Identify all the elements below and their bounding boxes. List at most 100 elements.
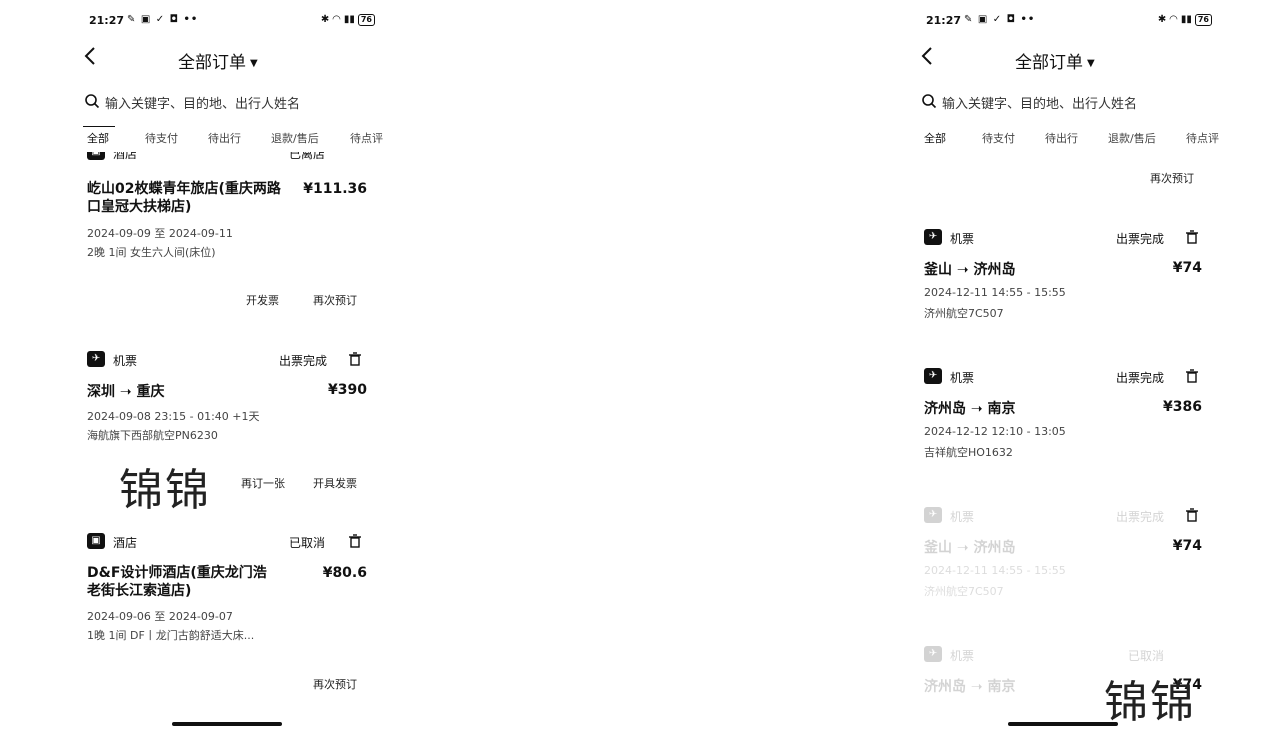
page-title: 全部订单	[1015, 53, 1083, 73]
tab-to-review[interactable]: 待点评	[350, 130, 383, 146]
plane-icon: ✈	[924, 507, 942, 523]
order-status: 已取消	[288, 536, 325, 550]
order-type: 酒店	[113, 536, 138, 550]
chevron-down-icon: ▼	[250, 58, 258, 69]
nav-header: 全部订单 ▼	[920, 44, 1220, 74]
invoice-button[interactable]: 开发票	[246, 292, 279, 308]
notification-icons: ✎ ▣ ✓ ◘ ••	[964, 14, 1036, 25]
notification-icons: ✎ ▣ ✓ ◘ ••	[127, 14, 199, 25]
phone-screen-left: 21:27 ✎ ▣ ✓ ◘ •• ✱ ◠ ▮▮ 76 全部订单 ▼ 输入关键字、目的…	[83, 0, 383, 748]
tab-to-review[interactable]: 待点评	[1186, 130, 1219, 146]
trash-icon[interactable]	[347, 351, 363, 367]
order-card-header: ✈ 机票 出票完成	[83, 351, 383, 369]
plane-icon: ✈	[924, 368, 942, 384]
tab-upcoming[interactable]: 待出行	[208, 130, 241, 146]
tab-pending-payment[interactable]: 待支付	[145, 130, 178, 146]
back-button[interactable]	[83, 46, 103, 68]
order-type: 机票	[950, 649, 975, 663]
order-price: ¥74	[1172, 538, 1202, 554]
order-type: 机票	[950, 232, 975, 246]
book-again-button[interactable]: 再订一张	[241, 475, 285, 491]
tab-refund[interactable]: 退款/售后	[271, 130, 319, 146]
watermark-text: 锦锦	[1104, 677, 1196, 728]
search-input[interactable]: 输入关键字、目的地、出行人姓名	[920, 90, 1220, 112]
flight-route[interactable]: 济州岛 ➝ 南京	[924, 398, 1015, 418]
plane-icon: ✈	[87, 351, 105, 367]
plane-icon: ✈	[924, 646, 942, 662]
order-tabs: 全部 待支付 待出行 退款/售后 待点评	[920, 130, 1220, 150]
flight-airline: 济州航空7C507	[924, 585, 1004, 598]
flight-route[interactable]: 釜山 ➝ 济州岛	[924, 537, 1015, 557]
flight-time: 2024-09-08 23:15 - 01:40 +1天	[87, 410, 260, 423]
flight-airline: 海航旗下西部航空PN6230	[87, 429, 218, 442]
rebook-button[interactable]: 再次预订	[1150, 170, 1194, 186]
tab-refund[interactable]: 退款/售后	[1108, 130, 1156, 146]
back-arrow-icon	[921, 47, 932, 65]
system-icons: ✱ ◠ ▮▮ 76	[321, 14, 375, 26]
order-status: 出票完成	[1115, 510, 1164, 524]
order-type: 机票	[950, 510, 975, 524]
flight-airline: 济州航空7C507	[924, 307, 1004, 320]
signal-icons: ✱ ◠ ▮▮	[1157, 14, 1192, 25]
order-card-header: ✈ 机票 出票完成	[920, 229, 1220, 247]
hotel-name[interactable]: 屹山02枚蝶青年旅店(重庆两路口皇冠大扶梯店)	[87, 180, 287, 216]
order-card-header: ▣ 酒店 已取消	[83, 533, 383, 551]
search-placeholder: 输入关键字、目的地、出行人姓名	[105, 97, 301, 112]
flight-route[interactable]: 济州岛 ➝ 南京	[924, 676, 1015, 696]
order-price: ¥74	[1172, 260, 1202, 276]
rebook-button[interactable]: 再次预订	[313, 676, 357, 692]
order-filter-dropdown[interactable]: 全部订单 ▼	[178, 48, 258, 73]
hotel-icon: ▣	[87, 533, 105, 549]
order-price: ¥386	[1163, 399, 1202, 415]
order-status: 已离店	[288, 152, 325, 161]
tab-all[interactable]: 全部	[924, 130, 946, 146]
plane-icon: ✈	[924, 229, 942, 245]
tab-upcoming[interactable]: 待出行	[1045, 130, 1078, 146]
order-list: ▣ 酒店 已离店 屹山02枚蝶青年旅店(重庆两路口皇冠大扶梯店) ¥111.36…	[83, 152, 383, 748]
trash-icon[interactable]	[1184, 229, 1200, 245]
order-card-header: ✈ 机票 出票完成	[920, 368, 1220, 386]
battery-icon: 76	[357, 14, 375, 26]
search-input[interactable]: 输入关键字、目的地、出行人姓名	[83, 90, 383, 112]
active-tab-indicator	[83, 126, 115, 127]
stay-dates: 2024-09-06 至 2024-09-07	[87, 610, 233, 623]
home-indicator	[172, 722, 282, 726]
order-status: 出票完成	[278, 354, 327, 368]
status-bar: 21:27 ✎ ▣ ✓ ◘ •• ✱ ◠ ▮▮ 76	[926, 14, 1212, 30]
tab-pending-payment[interactable]: 待支付	[982, 130, 1015, 146]
home-indicator	[1008, 722, 1118, 726]
nav-header: 全部订单 ▼	[83, 44, 383, 74]
flight-time: 2024-12-11 14:55 - 15:55	[924, 564, 1066, 577]
flight-route[interactable]: 釜山 ➝ 济州岛	[924, 259, 1015, 279]
stay-dates: 2024-09-09 至 2024-09-11	[87, 227, 233, 240]
flight-time: 2024-12-12 12:10 - 13:05	[924, 425, 1066, 438]
tab-all[interactable]: 全部	[87, 130, 109, 146]
hotel-name[interactable]: D&F设计师酒店(重庆龙门浩老街长江索道店)	[87, 564, 277, 600]
back-arrow-icon	[84, 47, 95, 65]
watermark-text: 锦锦	[119, 465, 211, 516]
trash-icon[interactable]	[1184, 368, 1200, 384]
back-button[interactable]	[920, 46, 940, 68]
invoice-button[interactable]: 开具发票	[313, 475, 357, 491]
status-bar: 21:27 ✎ ▣ ✓ ◘ •• ✱ ◠ ▮▮ 76	[89, 14, 375, 30]
search-icon	[922, 94, 937, 109]
flight-time: 2024-12-11 14:55 - 15:55	[924, 286, 1066, 299]
order-status: 出票完成	[1115, 232, 1164, 246]
rebook-button[interactable]: 再次预订	[313, 292, 357, 308]
order-status: 已取消	[1127, 649, 1164, 663]
phone-screen-right: 21:27 ✎ ▣ ✓ ◘ •• ✱ ◠ ▮▮ 76 全部订单 ▼ 输入关键字、目的…	[920, 0, 1220, 748]
order-price: ¥80.6	[322, 565, 367, 581]
search-icon	[85, 94, 100, 109]
room-detail: 1晚 1间 DF丨龙门古韵舒适大床...	[87, 629, 255, 642]
order-filter-dropdown[interactable]: 全部订单 ▼	[1015, 48, 1095, 73]
flight-route[interactable]: 深圳 ➝ 重庆	[87, 381, 164, 401]
order-type: 机票	[113, 354, 138, 368]
order-list: 再次预订 ✈ 机票 出票完成 釜山 ➝ 济州岛 ¥74 2024-12-11 1…	[920, 152, 1220, 748]
trash-icon[interactable]	[1184, 507, 1200, 523]
battery-icon: 76	[1194, 14, 1212, 26]
signal-icons: ✱ ◠ ▮▮	[320, 14, 355, 25]
order-price: ¥111.36	[303, 181, 367, 197]
trash-icon[interactable]	[347, 533, 363, 549]
status-time: 21:27	[926, 14, 962, 27]
page-title: 全部订单	[178, 53, 246, 73]
